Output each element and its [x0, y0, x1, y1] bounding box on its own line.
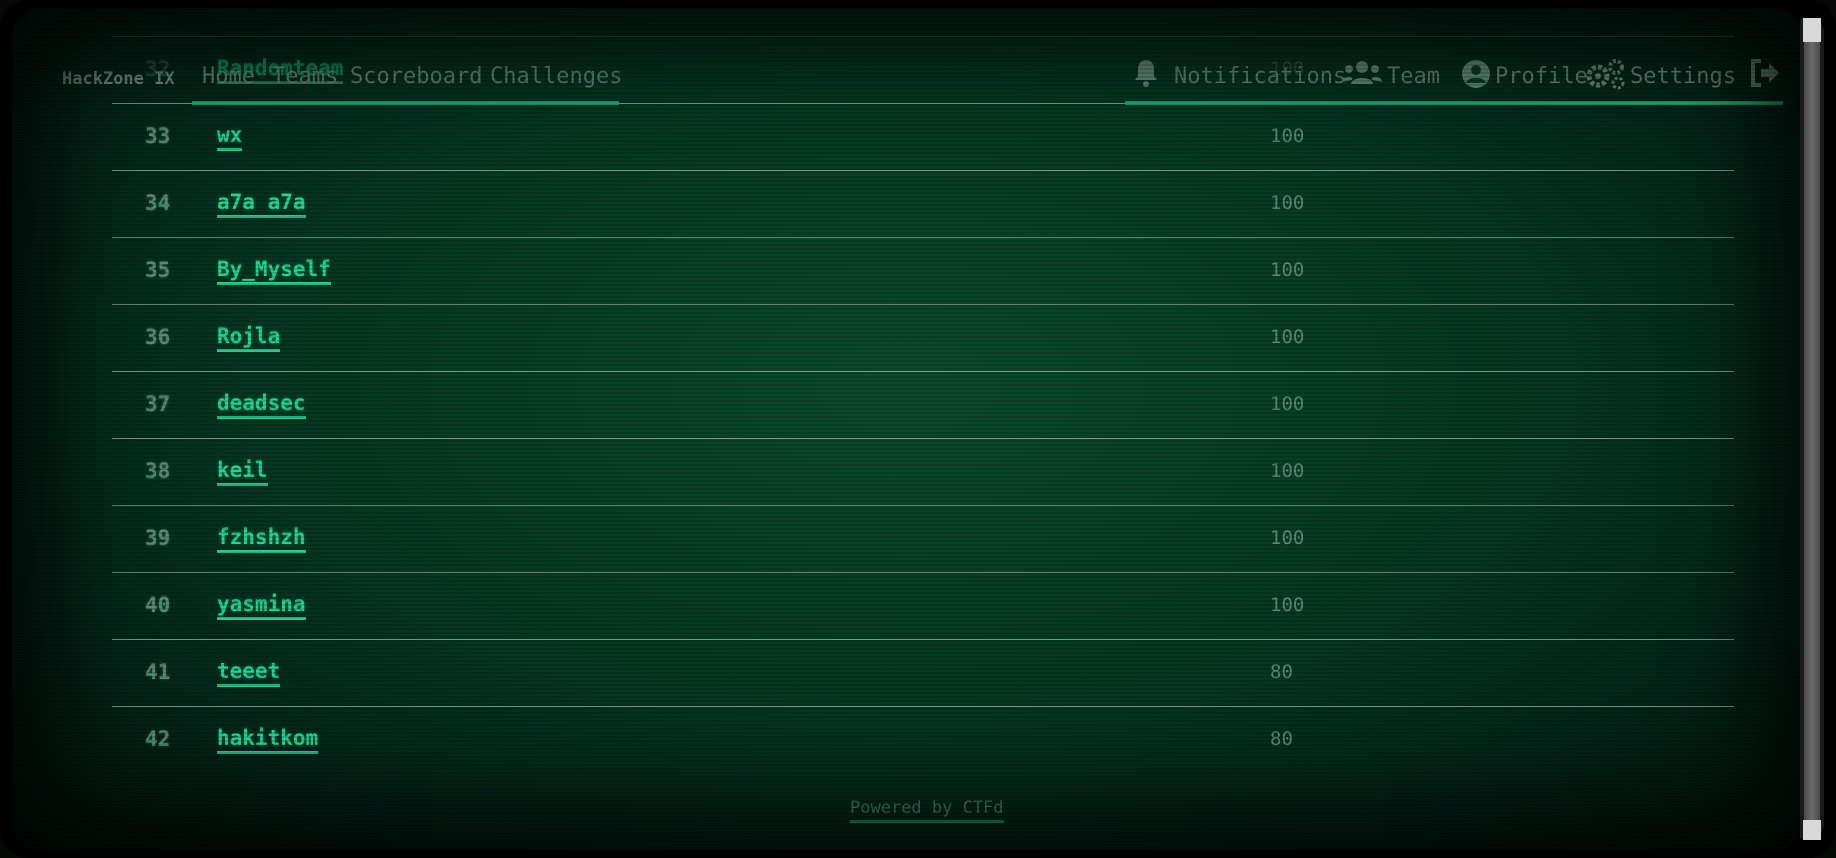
- score-cell: 100: [1270, 594, 1305, 616]
- brand-logo[interactable]: HackZone IX: [62, 69, 175, 89]
- crt-frame: 32 Randomteam 100 33 wx 100 34 a7a a7a 1…: [0, 0, 1836, 858]
- gears-icon: [1584, 58, 1628, 90]
- scroll-up-button[interactable]: [1803, 18, 1821, 42]
- score-cell: 100: [1270, 125, 1305, 147]
- crt-screen: 32 Randomteam 100 33 wx 100 34 a7a a7a 1…: [12, 8, 1804, 850]
- rank-cell: 37: [145, 392, 171, 416]
- table-row: 36 Rojla 100: [112, 304, 1734, 371]
- table-row: 42 hakitkom 80: [112, 706, 1734, 773]
- rank-cell: 40: [145, 593, 171, 617]
- team-link[interactable]: wx: [217, 123, 243, 151]
- user-circle-icon: [1460, 58, 1492, 90]
- team-link[interactable]: hakitkom: [217, 726, 319, 754]
- footer-powered-by-link[interactable]: Powered by CTFd: [850, 798, 1004, 823]
- table-row: 33 wx 100: [112, 103, 1734, 170]
- team-link[interactable]: Rojla: [217, 324, 281, 352]
- nav-home[interactable]: Home: [202, 64, 255, 89]
- team-link[interactable]: By_Myself: [217, 257, 331, 285]
- table-row: 41 teeet 80: [112, 639, 1734, 706]
- nav-notifications[interactable]: Notifications: [1174, 64, 1346, 89]
- rank-cell: 36: [145, 325, 171, 349]
- table-row: 38 keil 100: [112, 438, 1734, 505]
- scrollbar-thumb[interactable]: [1804, 18, 1820, 838]
- team-link[interactable]: deadsec: [217, 391, 306, 419]
- rank-cell: 39: [145, 526, 171, 550]
- navbar: HackZone IX Home Teams Scoreboard Challe…: [12, 56, 1804, 108]
- nav-settings[interactable]: Settings: [1630, 64, 1736, 89]
- rank-cell: 33: [145, 124, 171, 148]
- nav-scoreboard[interactable]: Scoreboard: [350, 64, 482, 89]
- table-row: 39 fzhshzh 100: [112, 505, 1734, 572]
- table-row: 37 deadsec 100: [112, 371, 1734, 438]
- nav-underline: [1125, 101, 1783, 105]
- nav-team[interactable]: Team: [1387, 64, 1440, 89]
- bell-icon: [1132, 58, 1160, 88]
- rank-cell: 42: [145, 727, 171, 751]
- rank-cell: 38: [145, 459, 171, 483]
- team-link[interactable]: a7a a7a: [217, 190, 306, 218]
- logout-icon[interactable]: [1749, 58, 1781, 88]
- nav-teams[interactable]: Teams: [272, 64, 338, 89]
- score-cell: 100: [1270, 393, 1305, 415]
- nav-challenges[interactable]: Challenges: [490, 64, 622, 89]
- score-cell: 100: [1270, 527, 1305, 549]
- team-link[interactable]: yasmina: [217, 592, 306, 620]
- rank-cell: 34: [145, 191, 171, 215]
- score-cell: 80: [1270, 661, 1293, 683]
- score-cell: 100: [1270, 326, 1305, 348]
- score-cell: 80: [1270, 728, 1293, 750]
- nav-underline: [192, 101, 619, 105]
- table-row: 40 yasmina 100: [112, 572, 1734, 639]
- table-row: 34 a7a a7a 100: [112, 170, 1734, 237]
- score-cell: 100: [1270, 460, 1305, 482]
- nav-profile[interactable]: Profile: [1495, 64, 1588, 89]
- score-cell: 100: [1270, 259, 1305, 281]
- scrollbar[interactable]: [1800, 18, 1824, 838]
- rank-cell: 41: [145, 660, 171, 684]
- scoreboard-table: 32 Randomteam 100 33 wx 100 34 a7a a7a 1…: [112, 36, 1734, 773]
- users-icon: [1342, 58, 1382, 88]
- rank-cell: 35: [145, 258, 171, 282]
- table-row: 35 By_Myself 100: [112, 237, 1734, 304]
- scroll-down-button[interactable]: [1803, 820, 1821, 840]
- team-link[interactable]: teeet: [217, 659, 281, 687]
- team-link[interactable]: keil: [217, 458, 268, 486]
- team-link[interactable]: fzhshzh: [217, 525, 306, 553]
- score-cell: 100: [1270, 192, 1305, 214]
